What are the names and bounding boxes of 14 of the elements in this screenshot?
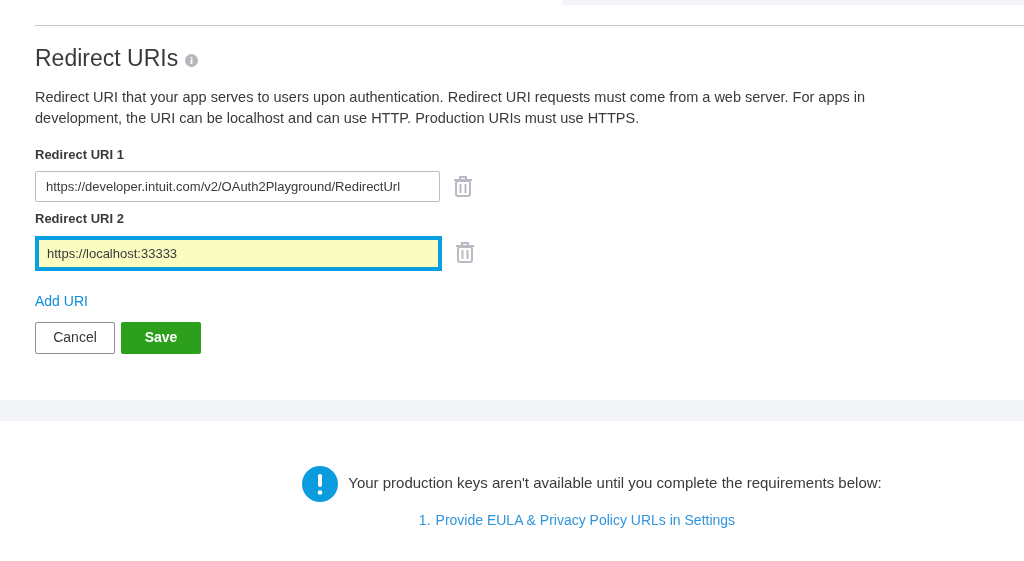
cancel-button[interactable]: Cancel <box>35 321 115 354</box>
uri-field[interactable]: https://localhost:33333 <box>35 235 442 271</box>
section-description: Redirect URI that your app serves to users upon authentication. Redirect URI requests must come from a web server. For apps in development, the URI can be localhost and can use HTTP. Production URIs must use HTTPS. <box>35 87 867 128</box>
notice-message: Your production keys aren't available until you complete the requirements below: <box>348 473 882 494</box>
uri-field[interactable]: https://developer.intuit.com/v2/OAuth2Playground/RedirectUrl <box>35 171 440 202</box>
info-icon[interactable] <box>185 53 199 67</box>
trash-icon[interactable] <box>453 175 473 198</box>
alert-icon <box>302 465 339 502</box>
trash-icon[interactable] <box>455 242 475 264</box>
section-title: Redirect URIs <box>35 44 179 73</box>
field-label: Redirect URI 2 <box>35 210 125 228</box>
list-number: 1. <box>418 510 431 530</box>
add-uri-link[interactable]: Add URI <box>35 290 88 312</box>
field-label: Redirect URI 1 <box>35 145 125 164</box>
